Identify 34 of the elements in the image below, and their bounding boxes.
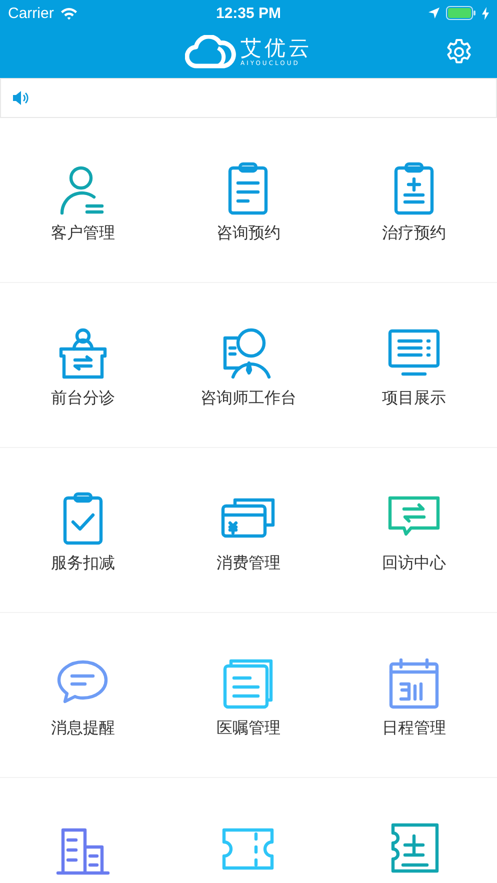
carrier-label: Carrier: [8, 4, 54, 22]
menu-label: 医嘱管理: [216, 718, 280, 739]
menu-label: 咨询预约: [216, 223, 280, 244]
menu-label: 消息提醒: [50, 718, 115, 739]
logo-title: 艾优云: [240, 36, 312, 60]
menu-tile[interactable]: 客户管理: [0, 118, 166, 283]
menu-label: 服务扣减: [50, 553, 115, 574]
menu-label: 消费管理: [216, 553, 280, 574]
battery-icon: [446, 6, 476, 20]
menu-tile[interactable]: 日程管理: [331, 613, 497, 778]
menu-tile[interactable]: 服务扣减: [0, 448, 166, 613]
menu-tile[interactable]: 消息提醒: [0, 613, 166, 778]
clock-time: 12:35 PM: [216, 4, 282, 22]
menu-tile[interactable]: 咨询师工作台: [166, 283, 332, 448]
menu-label: 前台分诊: [50, 388, 115, 409]
menu-tile[interactable]: 消费管理: [166, 448, 332, 613]
cloud-logo-icon: [184, 35, 236, 69]
menu-label: 日程管理: [382, 718, 446, 739]
wifi-icon: [60, 6, 78, 20]
menu-tile[interactable]: 咨询预约: [166, 118, 332, 283]
speaker-icon: [12, 90, 29, 106]
settings-icon[interactable]: [445, 38, 473, 66]
menu-label: 咨询师工作台: [200, 388, 296, 409]
menu-label: 客户管理: [50, 223, 115, 244]
charging-bolt-icon: [482, 6, 489, 20]
menu-tile[interactable]: 医嘱管理: [166, 613, 332, 778]
menu-tile[interactable]: 治疗预约: [331, 118, 497, 283]
menu-tile[interactable]: 项目展示: [331, 283, 497, 448]
menu-label: 回访中心: [382, 553, 446, 574]
menu-label: 项目展示: [382, 388, 446, 409]
menu-tile[interactable]: 前台分诊: [0, 283, 166, 448]
location-arrow-icon: [428, 7, 440, 19]
menu-tile[interactable]: 回访中心: [331, 448, 497, 613]
menu-label: 治疗预约: [382, 223, 446, 244]
